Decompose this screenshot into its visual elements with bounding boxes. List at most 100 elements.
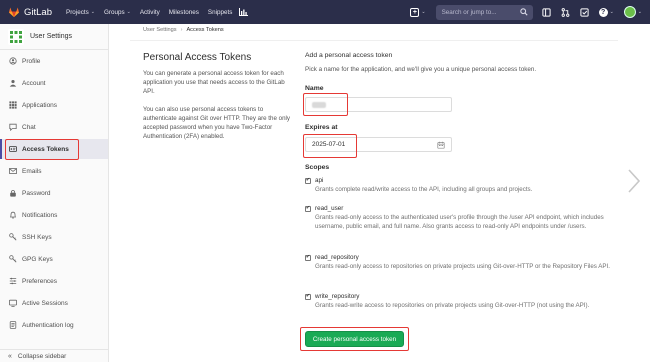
chevron-down-icon: ⌄: [126, 9, 131, 15]
create-token-button[interactable]: Create personal access token: [305, 331, 404, 347]
sidebar-item-chat[interactable]: Chat: [0, 117, 108, 137]
nav-activity[interactable]: Activity: [140, 9, 160, 16]
nav-issues-sidebar[interactable]: [542, 7, 552, 17]
sidebar-item-authentication-log[interactable]: Authentication log: [0, 315, 108, 335]
nav-projects[interactable]: Projects ⌄: [66, 9, 95, 16]
sidebar-item-label: Notifications: [22, 211, 58, 219]
nav-projects-label: Projects: [66, 8, 89, 16]
emails-icon: [8, 167, 17, 176]
panel-icon: [542, 7, 551, 17]
brand-name: GitLab: [24, 6, 52, 18]
intro-paragraph: You can generate a personal access token…: [143, 70, 285, 96]
active-sessions-icon: [8, 299, 17, 308]
scope-name: read_repository: [315, 254, 359, 261]
sidebar-title: User Settings: [30, 33, 73, 40]
sidebar-item-preferences[interactable]: Preferences: [0, 271, 108, 291]
api-checkbox[interactable]: ✔: [305, 177, 311, 184]
write-repository-checkbox[interactable]: ✔: [305, 293, 311, 300]
highlight-frame: [5, 139, 79, 160]
nav-milestones-label: Milestones: [168, 8, 199, 16]
sidebar-item-applications[interactable]: Applications: [0, 95, 108, 115]
breadcrumb-user-settings[interactable]: User Settings: [143, 27, 177, 33]
ssh-keys-icon: [8, 233, 17, 242]
nav-snippets-label: Snippets: [207, 8, 233, 16]
sidebar-item-notifications[interactable]: Notifications: [0, 205, 108, 225]
nav-snippets[interactable]: Snippets: [208, 9, 233, 16]
help-dropdown[interactable]: ? ⌄: [598, 7, 614, 17]
new-dropdown[interactable]: + ⌄: [410, 7, 426, 17]
nav-groups[interactable]: Groups ⌄: [104, 9, 131, 16]
scope-api: ✔ api Grants complete read/write access …: [305, 177, 625, 194]
sidebar-item-label: Password: [22, 189, 51, 197]
nav-milestones[interactable]: Milestones: [169, 9, 199, 16]
nav-groups-label: Groups: [103, 8, 125, 16]
gpg-keys-icon: [8, 255, 17, 264]
breadcrumb-current: Access Tokens: [186, 27, 224, 33]
expires-label: Expires at: [305, 124, 338, 131]
account-icon: [8, 79, 17, 88]
chevron-down-icon: ⌄: [637, 9, 642, 15]
highlight-frame: [303, 93, 348, 116]
chevron-down-icon: ⌄: [609, 9, 614, 15]
sidebar-item-label: Applications: [22, 101, 58, 109]
sidebar-item-label: Preferences: [22, 277, 58, 285]
sidebar-item-label: Profile: [22, 57, 41, 65]
nav-merge-requests[interactable]: [561, 7, 571, 17]
sidebar-item-label: Emails: [22, 167, 42, 175]
help-icon: ?: [598, 7, 608, 17]
scope-name: read_user: [315, 205, 344, 212]
user-avatar-icon: [8, 28, 24, 45]
collapse-sidebar-button[interactable]: « Collapse sidebar: [0, 349, 108, 362]
intro-paragraph: You can also use personal access tokens …: [143, 105, 290, 141]
sidebar-header[interactable]: User Settings: [0, 24, 108, 50]
sidebar-item-account[interactable]: Account: [0, 73, 108, 93]
profile-icon: [8, 57, 17, 66]
collapse-sidebar-label: Collapse sidebar: [17, 352, 67, 360]
sidebar-item-ssh-keys[interactable]: SSH Keys: [0, 227, 108, 247]
search-placeholder: Search or jump to...: [441, 8, 497, 16]
calendar-icon[interactable]: [437, 141, 445, 149]
gitlab-logo[interactable]: GitLab: [8, 6, 52, 18]
sidebar-item-password[interactable]: Password: [0, 183, 108, 203]
sidebar-item-gpg-keys[interactable]: GPG Keys: [0, 249, 108, 269]
chart-icon: [239, 8, 249, 16]
todo-check-icon: [580, 7, 589, 17]
breadcrumb-divider: [130, 40, 618, 41]
double-chevron-left-icon: «: [8, 352, 12, 360]
scope-read-user: ✔ read_user Grants read-only access to t…: [305, 205, 625, 231]
scopes-label: Scopes: [305, 164, 330, 171]
sidebar-item-profile[interactable]: Profile: [0, 51, 108, 71]
breadcrumb-separator: ›: [180, 27, 183, 33]
nav-todos[interactable]: [580, 7, 590, 17]
applications-icon: [8, 101, 17, 110]
sidebar-item-label: SSH Keys: [22, 233, 52, 241]
gitlab-fox-icon: [9, 7, 19, 17]
sidebar-item-emails[interactable]: Emails: [0, 161, 108, 181]
sidebar-item-label: Chat: [22, 123, 36, 131]
sidebar-item-label: Account: [22, 79, 46, 87]
scope-write-repository: ✔ write_repository Grants read-write acc…: [305, 293, 625, 310]
sidebar-item-active-sessions[interactable]: Active Sessions: [0, 293, 108, 313]
plus-square-icon: +: [410, 7, 420, 17]
read-repository-checkbox[interactable]: ✔: [305, 254, 311, 261]
scope-read-repository: ✔ read_repository Grants read-only acces…: [305, 254, 625, 271]
chat-icon: [8, 123, 17, 132]
merge-request-icon: [561, 7, 570, 17]
scope-description: Grants read-only access to repositories …: [315, 263, 610, 270]
preferences-icon: [8, 277, 17, 286]
chevron-right-icon[interactable]: [627, 168, 641, 194]
scope-name: api: [315, 177, 324, 184]
sidebar-item-label: Authentication log: [22, 321, 74, 329]
avatar: [623, 6, 636, 18]
highlight-frame: [303, 134, 357, 158]
form-description: Pick a name for the application, and we'…: [305, 66, 537, 73]
search-input[interactable]: Search or jump to...: [435, 4, 533, 20]
read-user-checkbox[interactable]: ✔: [305, 205, 311, 212]
user-menu[interactable]: ⌄: [623, 6, 642, 18]
scope-description: Grants read-write access to repositories…: [315, 302, 590, 309]
form-title: Add a personal access token: [305, 52, 393, 59]
chevron-down-icon: ⌄: [90, 9, 95, 15]
nav-analytics[interactable]: [239, 8, 249, 16]
nav-activity-label: Activity: [139, 8, 160, 16]
authentication-log-icon: [8, 321, 17, 330]
